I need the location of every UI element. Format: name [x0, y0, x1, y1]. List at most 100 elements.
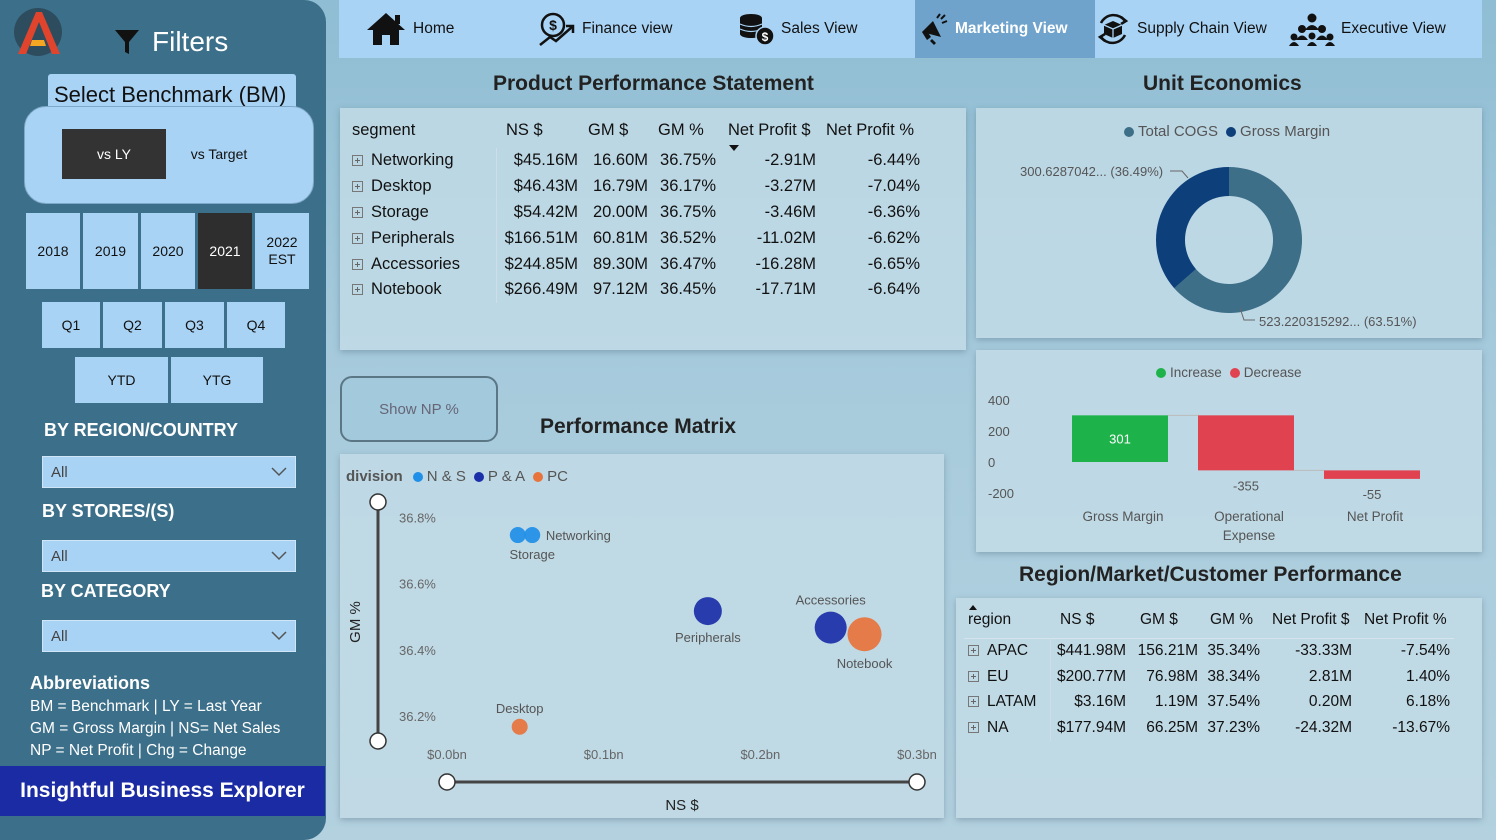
x-range-slider-handle-left[interactable]	[438, 773, 456, 791]
row-label: LATAM	[987, 693, 1037, 711]
row-expand-cell[interactable]: APAC	[964, 638, 1051, 664]
table-row[interactable]: Networking $45.16M 16.60M 36.75% -2.91M -6.44…	[348, 148, 924, 174]
column-header-ns[interactable]: NS $	[496, 112, 582, 148]
expand-plus-icon[interactable]	[352, 284, 363, 296]
table-row[interactable]: APAC $441.98M 156.21M 35.34% -33.33M -7.54%	[964, 638, 1454, 664]
unit-economics-panel: Total COGS Gross Margin 300.6287042... (…	[976, 108, 1482, 338]
y-range-slider-handle-bottom[interactable]	[369, 732, 387, 750]
expand-plus-icon[interactable]	[352, 155, 363, 167]
benchmark-selector: vs LY vs Target	[24, 106, 314, 204]
expand-plus-icon[interactable]	[968, 645, 979, 657]
row-expand-cell[interactable]: LATAM	[964, 689, 1051, 716]
table-cell: 156.21M	[1137, 642, 1198, 660]
nav-executive-view[interactable]: Executive View	[1285, 0, 1450, 58]
expand-plus-icon[interactable]	[352, 206, 363, 218]
expand-plus-icon[interactable]	[968, 670, 979, 682]
scatter-point[interactable]	[509, 527, 526, 544]
nav-sales-view[interactable]: $ Sales View	[733, 0, 861, 58]
scatter-y-axis-label: GM %	[347, 601, 364, 643]
scatter-point[interactable]	[511, 718, 528, 735]
table-row[interactable]: Accessories $244.85M 89.30M 36.47% -16.28M -6…	[348, 251, 924, 277]
scatter-point-label: Accessories	[796, 593, 867, 608]
quarter-q2-button[interactable]: Q2	[103, 302, 162, 348]
scatter-point[interactable]	[693, 597, 722, 626]
column-header-gm-pct[interactable]: GM %	[652, 112, 720, 148]
table-row[interactable]: Storage $54.42M 20.00M 36.75% -3.46M -6.36%	[348, 199, 924, 226]
waterfall-bar[interactable]	[1198, 415, 1294, 471]
table-row[interactable]: Desktop $46.43M 16.79M 36.17% -3.27M -7.04%	[348, 173, 924, 200]
table-cell: 37.54%	[1207, 693, 1260, 711]
expand-plus-icon[interactable]	[968, 696, 979, 708]
table-row[interactable]: Notebook $266.49M 97.12M 36.45% -17.71M -6.64…	[348, 276, 924, 303]
year-2021-button[interactable]: 2021	[198, 213, 252, 289]
y-range-slider-handle-top[interactable]	[369, 493, 387, 511]
column-header-net-profit-pct[interactable]: Net Profit %	[820, 112, 924, 148]
finance-icon: $	[539, 12, 575, 46]
scatter-point-label: Desktop	[496, 701, 544, 716]
category-dropdown[interactable]: All	[42, 620, 296, 652]
nav-home[interactable]: Home	[361, 0, 458, 58]
column-header-region-label: region	[968, 610, 1012, 628]
row-label: EU	[987, 667, 1009, 685]
row-expand-cell[interactable]: Desktop	[348, 173, 497, 200]
year-2022-est-button[interactable]: 2022 EST	[255, 213, 309, 289]
quarter-q3-button[interactable]: Q3	[165, 302, 224, 348]
sort-descending-icon	[729, 145, 739, 151]
row-expand-cell[interactable]: Networking	[348, 148, 497, 174]
table-cell: 66.25M	[1146, 719, 1198, 737]
benchmark-vs-ly-button[interactable]: vs LY	[62, 129, 166, 179]
year-2019-button[interactable]: 2019	[83, 213, 138, 289]
column-header-net-profit-pct[interactable]: Net Profit %	[1356, 602, 1454, 638]
expand-plus-icon[interactable]	[352, 181, 363, 193]
table-cell: -33.33M	[1295, 642, 1352, 660]
nav-marketing-view[interactable]: Marketing View	[915, 0, 1095, 58]
ytg-button[interactable]: YTG	[171, 357, 263, 403]
column-header-segment[interactable]: segment	[348, 112, 496, 148]
benchmark-vs-target-button[interactable]: vs Target	[167, 129, 271, 179]
row-label: Storage	[371, 202, 429, 221]
column-header-gm[interactable]: GM $	[1130, 602, 1202, 638]
table-cell: 36.52%	[660, 228, 716, 247]
table-row[interactable]: Peripherals $166.51M 60.81M 36.52% -11.02M -6…	[348, 225, 924, 252]
row-expand-cell[interactable]: NA	[964, 715, 1051, 742]
stores-dropdown[interactable]: All	[42, 540, 296, 572]
row-expand-cell[interactable]: Notebook	[348, 276, 497, 303]
year-2020-button[interactable]: 2020	[141, 213, 195, 289]
donut-slice-gross-margin[interactable]	[1156, 167, 1229, 289]
scatter-point[interactable]	[814, 611, 847, 644]
quarter-q1-button[interactable]: Q1	[42, 302, 100, 348]
table-row[interactable]: EU $200.77M 76.98M 38.34% 2.81M 1.40%	[964, 663, 1454, 690]
column-header-gm[interactable]: GM $	[582, 112, 652, 148]
row-expand-cell[interactable]: Peripherals	[348, 225, 497, 252]
table-row[interactable]: LATAM $3.16M 1.19M 37.54% 0.20M 6.18%	[964, 689, 1454, 716]
show-np-toggle-button[interactable]: Show NP %	[340, 376, 498, 442]
row-expand-cell[interactable]: EU	[964, 663, 1051, 690]
expand-plus-icon[interactable]	[352, 232, 363, 244]
column-header-net-profit[interactable]: Net Profit $	[1264, 602, 1356, 638]
scatter-point[interactable]	[524, 527, 541, 544]
company-logo-icon	[14, 8, 62, 56]
nav-supply-chain-view[interactable]: Supply Chain View	[1091, 0, 1271, 58]
region-dropdown[interactable]: All	[42, 456, 296, 488]
year-2018-button[interactable]: 2018	[26, 213, 80, 289]
expand-plus-icon[interactable]	[968, 722, 979, 734]
table-cell: $45.16M	[513, 151, 578, 170]
expand-plus-icon[interactable]	[352, 258, 363, 270]
column-header-ns[interactable]: NS $	[1050, 602, 1130, 638]
table-row[interactable]: NA $177.94M 66.25M 37.23% -24.32M -13.67%	[964, 715, 1454, 742]
category-filter-heading: BY CATEGORY	[41, 581, 171, 601]
filters-header: Filters	[114, 22, 228, 62]
performance-matrix-title: Performance Matrix	[540, 415, 737, 438]
x-range-slider-handle-right[interactable]	[908, 773, 926, 791]
waterfall-bar[interactable]	[1324, 470, 1420, 479]
quarter-q4-button[interactable]: Q4	[227, 302, 285, 348]
column-header-gm-pct[interactable]: GM %	[1202, 602, 1264, 638]
column-header-region[interactable]: region	[964, 602, 1050, 638]
row-expand-cell[interactable]: Storage	[348, 199, 497, 226]
ytd-button[interactable]: YTD	[75, 357, 168, 403]
row-expand-cell[interactable]: Accessories	[348, 251, 497, 277]
column-header-net-profit[interactable]: Net Profit $	[720, 112, 820, 151]
scatter-point[interactable]	[847, 617, 882, 652]
table-cell: -6.36%	[867, 202, 920, 221]
nav-finance-view[interactable]: $ Finance view	[534, 0, 676, 58]
